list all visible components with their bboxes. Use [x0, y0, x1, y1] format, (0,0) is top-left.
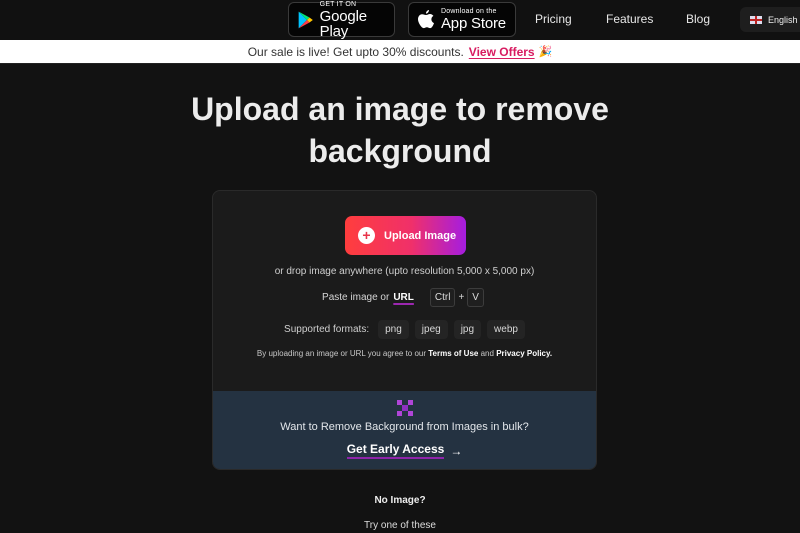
bulk-section: Want to Remove Background from Images in…	[213, 391, 596, 469]
apple-icon	[418, 9, 434, 28]
paste-row: Paste image or URL Ctrl + V	[213, 288, 596, 307]
sale-text: Our sale is live! Get upto 30% discounts…	[247, 44, 464, 59]
language-label: English	[768, 14, 798, 25]
url-link[interactable]: URL	[393, 292, 414, 303]
paste-label: Paste image or	[322, 292, 390, 303]
view-offers-link[interactable]: View Offers	[469, 45, 535, 59]
app-store-big-text: App Store	[441, 15, 506, 32]
page-title: Upload an image to remove background	[191, 91, 609, 169]
terms-and: and	[480, 349, 494, 358]
google-play-icon	[298, 11, 313, 28]
bulk-text: Want to Remove Background from Images in…	[280, 421, 529, 433]
format-badge: jpg	[453, 320, 482, 339]
upload-button-label: Upload Image	[384, 229, 457, 242]
nav-blog[interactable]: Blog	[686, 12, 710, 26]
terms-of-use-link[interactable]: Terms of Use	[428, 349, 478, 358]
sale-banner: Our sale is live! Get upto 30% discounts…	[0, 40, 800, 64]
try-samples-text: Try one of these	[364, 520, 436, 531]
plus-icon: +	[358, 227, 375, 244]
supported-formats: Supported formats: png jpeg jpg webp	[213, 320, 596, 339]
bulk-pixel-icon	[397, 400, 413, 416]
privacy-policy-link[interactable]: Privacy Policy	[496, 349, 550, 358]
terms-prefix: By uploading an image or URL you agree t…	[256, 349, 427, 358]
google-play-button[interactable]: GET IT ON Google Play	[288, 0, 395, 40]
get-early-access-label: Get Early Access	[346, 442, 445, 459]
app-store-small-text: Download on the	[441, 8, 497, 15]
upload-card[interactable]: + Upload Image or drop image anywhere (u…	[212, 190, 597, 470]
format-badge: png	[378, 320, 409, 339]
google-play-big-text: Google Play	[319, 7, 367, 40]
v-key: V	[467, 288, 484, 307]
terms-notice: By uploading an image or URL you agree t…	[213, 349, 596, 358]
language-selector[interactable]: English	[740, 7, 800, 32]
ctrl-key: Ctrl	[429, 288, 456, 307]
nav-pricing[interactable]: Pricing	[535, 12, 572, 26]
format-badge: webp	[487, 320, 525, 339]
terms-suffix: .	[549, 349, 553, 358]
no-image-heading: No Image?	[374, 495, 426, 506]
google-play-small-text: GET IT ON	[319, 0, 357, 8]
plus-sign: +	[458, 292, 465, 303]
top-navbar: GET IT ON Google Play Download on the Ap…	[0, 0, 800, 40]
format-badge: jpeg	[414, 320, 448, 339]
app-store-button[interactable]: Download on the App Store	[408, 2, 516, 37]
formats-label: Supported formats:	[284, 324, 370, 335]
uk-flag-icon	[750, 15, 762, 24]
drop-hint: or drop image anywhere (upto resolution …	[274, 266, 535, 277]
nav-features[interactable]: Features	[606, 12, 653, 26]
arrow-right-icon: →	[450, 443, 463, 458]
party-popper-icon: 🎉	[538, 46, 553, 58]
get-early-access-link[interactable]: Get Early Access →	[213, 442, 596, 459]
upload-image-button[interactable]: + Upload Image	[345, 216, 466, 255]
